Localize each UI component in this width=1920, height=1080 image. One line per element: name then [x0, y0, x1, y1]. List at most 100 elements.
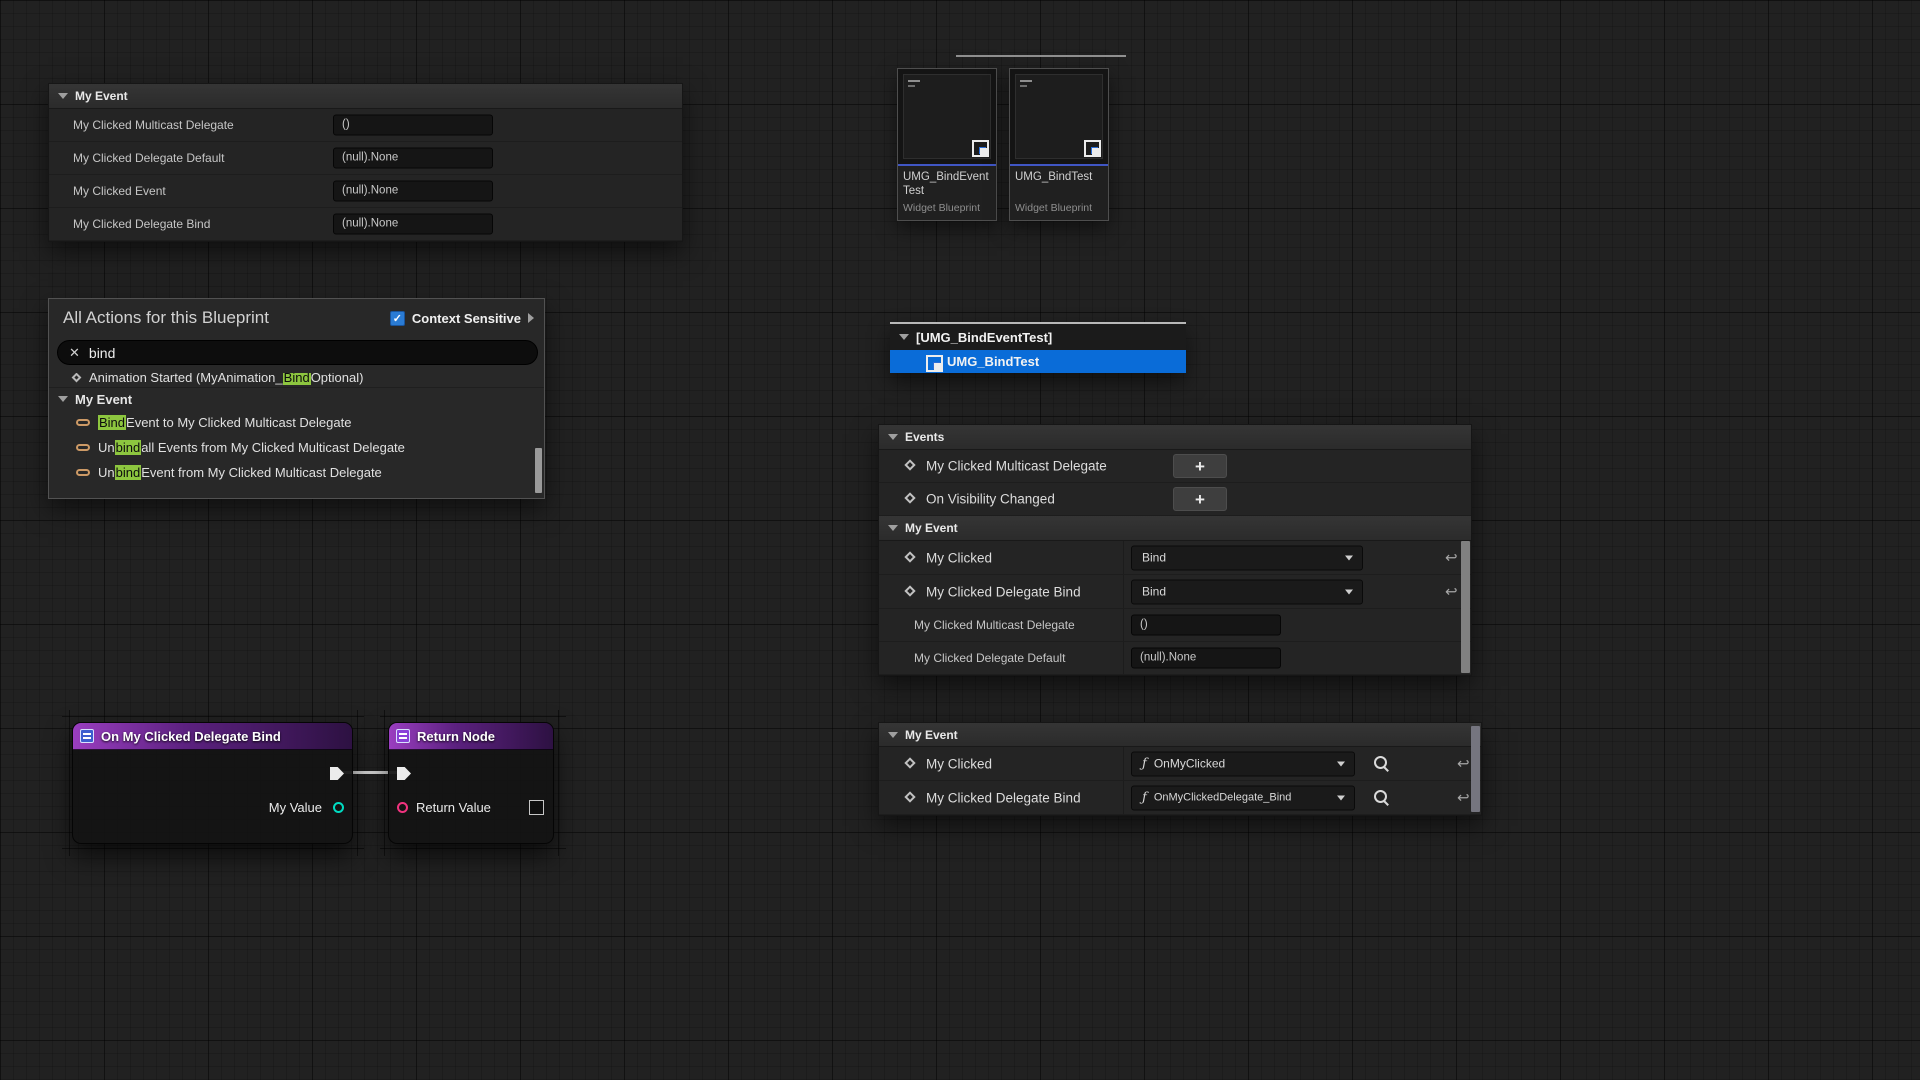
- delegate-label: My Clicked Delegate Bind: [926, 584, 1081, 599]
- event-row: On Visibility Changed +: [879, 483, 1471, 516]
- dropdown-value: OnMyClicked: [1154, 757, 1225, 771]
- event-row: My Clicked Multicast Delegate +: [879, 450, 1471, 483]
- property-label: My Clicked Delegate Bind: [73, 217, 210, 231]
- delegate-output-pin[interactable]: [333, 802, 344, 813]
- bool-default-checkbox[interactable]: [529, 800, 544, 815]
- bind-dropdown[interactable]: Bind: [1131, 579, 1363, 604]
- preview-detail: [908, 85, 915, 87]
- reset-to-default-icon[interactable]: ↩: [1457, 756, 1470, 771]
- asset-thumbnail: [1010, 69, 1108, 166]
- bound-function-dropdown[interactable]: ƒ OnMyClickedDelegate_Bind: [1131, 785, 1355, 810]
- chevron-down-icon: [1337, 761, 1345, 766]
- panel-edge-line: [956, 55, 1126, 57]
- delegate-icon: [76, 444, 90, 451]
- browse-to-function-icon[interactable]: [1373, 789, 1391, 807]
- details-panel-defaults: My Event My Clicked Multicast Delegate (…: [48, 83, 683, 242]
- event-icon: [72, 373, 82, 382]
- blueprint-graph-background[interactable]: My Event My Clicked Multicast Delegate (…: [0, 0, 1920, 1080]
- category-title: My Event: [905, 521, 958, 535]
- category-header-my-event[interactable]: My Event: [879, 723, 1481, 747]
- exec-input-pin[interactable]: [397, 767, 411, 780]
- reset-to-default-icon[interactable]: ↩: [1445, 550, 1458, 565]
- property-value-field[interactable]: (): [333, 115, 493, 136]
- browse-to-function-icon[interactable]: [1373, 755, 1391, 773]
- hierarchy-selected-item[interactable]: UMG_BindTest: [890, 350, 1186, 373]
- search-result-item[interactable]: Unbind Event from My Clicked Multicast D…: [49, 460, 544, 485]
- delegate-icon: [76, 419, 90, 426]
- bound-function-dropdown[interactable]: ƒ OnMyClicked: [1131, 751, 1355, 776]
- property-value-field[interactable]: (): [1131, 615, 1281, 636]
- node-on-my-clicked-delegate-bind[interactable]: On My Clicked Delegate Bind My Value: [72, 722, 353, 844]
- search-result-item[interactable]: Unbind all Events from My Clicked Multic…: [49, 435, 544, 460]
- column-divider: [1123, 642, 1124, 674]
- plus-icon: +: [1195, 458, 1205, 475]
- search-result-item[interactable]: Bind Event to My Clicked Multicast Deleg…: [49, 410, 544, 435]
- delegate-icon: [904, 757, 915, 768]
- bound-function-row: My Clicked Delegate Bind ƒ OnMyClickedDe…: [879, 781, 1481, 815]
- node-header[interactable]: On My Clicked Delegate Bind: [73, 723, 352, 750]
- reset-to-default-icon[interactable]: ↩: [1445, 584, 1458, 599]
- delegate-icon: [904, 791, 915, 802]
- result-node-icon: [396, 729, 410, 743]
- context-sensitive-checkbox[interactable]: ✓: [390, 311, 405, 326]
- asset-thumbnail: [898, 69, 996, 166]
- asset-card[interactable]: UMG_BindTest Widget Blueprint: [1009, 68, 1109, 221]
- column-divider: [1123, 609, 1124, 641]
- result-category-my-event[interactable]: My Event: [49, 388, 544, 410]
- clear-search-icon[interactable]: ✕: [69, 345, 80, 361]
- asset-card[interactable]: UMG_BindEventTest Widget Blueprint: [897, 68, 997, 221]
- delegate-label: My Clicked: [926, 550, 992, 565]
- result-text: Event from My Clicked Multicast Delegate: [141, 465, 382, 480]
- delegate-icon: [904, 492, 915, 503]
- details-scrollbar-thumb[interactable]: [1471, 726, 1480, 812]
- add-event-binding-button[interactable]: +: [1173, 454, 1227, 478]
- chevron-down-icon: [1345, 589, 1353, 594]
- property-label: My Clicked Multicast Delegate: [914, 618, 1075, 632]
- collapse-arrow-icon: [888, 434, 898, 440]
- search-input[interactable]: bind: [89, 345, 115, 361]
- alignment-guide: [62, 716, 364, 717]
- bind-dropdown[interactable]: Bind: [1131, 545, 1363, 570]
- add-event-binding-button[interactable]: +: [1173, 487, 1227, 511]
- widget-preview: [1015, 74, 1103, 159]
- category-header-my-event[interactable]: My Event: [49, 84, 682, 109]
- node-return-node[interactable]: Return Node Return Value: [388, 722, 554, 844]
- property-value-field[interactable]: (null).None: [333, 181, 493, 202]
- alignment-guide: [357, 710, 358, 856]
- result-highlight: Bind: [283, 373, 311, 385]
- node-header[interactable]: Return Node: [389, 723, 553, 750]
- category-header-events[interactable]: Events: [879, 425, 1471, 450]
- result-text: Optional): [311, 373, 364, 385]
- alignment-guide: [380, 716, 566, 717]
- exec-output-pin[interactable]: [330, 767, 344, 780]
- actions-menu-title: All Actions for this Blueprint: [63, 308, 269, 328]
- collapse-arrow-icon: [888, 525, 898, 531]
- search-box[interactable]: ✕ bind: [57, 340, 538, 365]
- asset-name: UMG_BindTest: [1010, 166, 1108, 199]
- alignment-guide: [558, 710, 559, 856]
- property-value-field[interactable]: (null).None: [1131, 648, 1281, 669]
- delegate-bind-row: My Clicked Bind ↩: [879, 541, 1471, 575]
- property-value-field[interactable]: (null).None: [333, 148, 493, 169]
- widget-hierarchy-panel: [UMG_BindEventTest] UMG_BindTest: [890, 322, 1186, 373]
- column-divider: [1123, 575, 1124, 608]
- result-category-label: My Event: [75, 392, 132, 407]
- expand-options-icon[interactable]: [528, 313, 534, 323]
- search-result-clipped[interactable]: Animation Started (MyAnimation_BindOptio…: [49, 373, 544, 388]
- alignment-guide: [69, 710, 70, 856]
- event-label: On Visibility Changed: [926, 492, 1055, 507]
- dropdown-value: OnMyClickedDelegate_Bind: [1154, 792, 1292, 804]
- category-header-my-event[interactable]: My Event: [879, 516, 1471, 541]
- reset-to-default-icon[interactable]: ↩: [1457, 790, 1470, 805]
- bool-input-pin[interactable]: [397, 802, 408, 813]
- delegate-label: My Clicked Delegate Bind: [926, 790, 1081, 805]
- category-title: My Event: [75, 89, 128, 103]
- result-text: Animation Started (MyAnimation_: [89, 373, 283, 385]
- hierarchy-root-item[interactable]: [UMG_BindEventTest]: [890, 324, 1186, 350]
- result-text: all Events from My Clicked Multicast Del…: [141, 440, 405, 455]
- hierarchy-item-label: UMG_BindTest: [947, 354, 1039, 369]
- property-value-field[interactable]: (null).None: [333, 214, 493, 235]
- details-scrollbar-thumb[interactable]: [1461, 541, 1470, 673]
- actions-scrollbar-thumb[interactable]: [535, 448, 542, 493]
- property-row: My Clicked Multicast Delegate (): [49, 109, 682, 142]
